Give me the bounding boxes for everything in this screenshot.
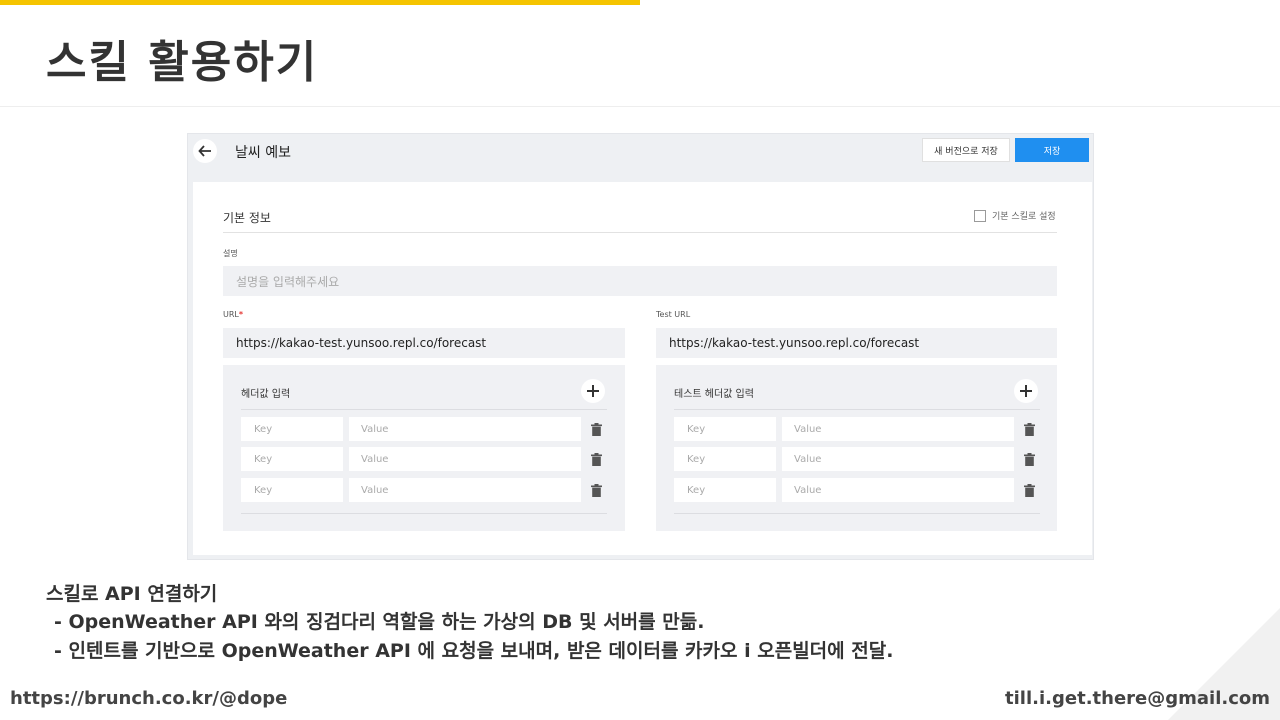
top-accent-bar	[0, 0, 640, 5]
url-input[interactable]: https://kakao-test.yunsoo.repl.co/foreca…	[223, 328, 625, 358]
test-header-key-input[interactable]: Key	[674, 478, 776, 502]
editor-header: 날씨 예보 새 버전으로 저장 저장	[188, 134, 1093, 170]
header-value-input[interactable]: Value	[349, 447, 581, 471]
header-value-input[interactable]: Value	[349, 417, 581, 441]
test-header-value-input[interactable]: Value	[782, 447, 1014, 471]
add-test-header-button[interactable]	[1014, 379, 1038, 403]
header-key-input[interactable]: Key	[241, 417, 343, 441]
notes-heading: 스킬로 API 연결하기	[46, 583, 218, 605]
section-divider	[223, 232, 1057, 233]
test-header-key-input[interactable]: Key	[674, 417, 776, 441]
delete-header-button[interactable]	[589, 478, 603, 502]
plus-icon	[587, 385, 599, 397]
header-values-box: 헤더값 입력 Key Value Key Value Key Value	[223, 365, 625, 531]
plus-icon	[1020, 385, 1032, 397]
test-header-key-input[interactable]: Key	[674, 447, 776, 471]
trash-icon	[590, 483, 602, 497]
description-input[interactable]: 설명을 입력해주세요	[223, 266, 1057, 296]
default-skill-toggle[interactable]: 기본 스킬로 설정	[974, 209, 1056, 222]
url-label-text: URL	[223, 310, 239, 319]
required-mark: *	[238, 310, 244, 319]
slide: 스킬 활용하기 날씨 예보 새 버전으로 저장 저장 기본 정보 기본 스킬로 …	[0, 0, 1280, 720]
delete-header-button[interactable]	[589, 447, 603, 471]
test-header-value-input[interactable]: Value	[782, 417, 1014, 441]
header-footer-divider	[241, 513, 607, 514]
delete-header-button[interactable]	[589, 417, 603, 441]
delete-test-header-button[interactable]	[1022, 417, 1036, 441]
add-header-button[interactable]	[581, 379, 605, 403]
test-header-divider	[674, 409, 1040, 410]
header-key-input[interactable]: Key	[241, 447, 343, 471]
test-header-value-input[interactable]: Value	[782, 478, 1014, 502]
header-values-title: 헤더값 입력	[241, 389, 291, 400]
test-header-values-title: 테스트 헤더값 입력	[674, 389, 754, 400]
header-divider	[241, 409, 607, 410]
url-label: URL*	[223, 310, 243, 319]
trash-icon	[590, 452, 602, 466]
footer-blog-link[interactable]: https://brunch.co.kr/@dope	[10, 688, 287, 709]
trash-icon	[1023, 422, 1035, 436]
skill-page-title: 날씨 예보	[235, 145, 291, 161]
basic-info-card: 기본 정보 기본 스킬로 설정 설명 설명을 입력해주세요 URL* https…	[193, 182, 1092, 555]
save-button[interactable]: 저장	[1015, 138, 1089, 162]
delete-test-header-button[interactable]	[1022, 478, 1036, 502]
default-skill-label: 기본 스킬로 설정	[992, 212, 1056, 222]
trash-icon	[590, 422, 602, 436]
trash-icon	[1023, 452, 1035, 466]
section-title: 기본 정보	[223, 211, 271, 225]
test-url-label: Test URL	[656, 310, 691, 319]
trash-icon	[1023, 483, 1035, 497]
header-value-input[interactable]: Value	[349, 478, 581, 502]
slide-notes: 스킬로 API 연결하기 - OpenWeather API 와의 징검다리 역…	[46, 580, 893, 666]
description-label: 설명	[223, 249, 238, 258]
test-header-footer-divider	[674, 513, 1040, 514]
title-divider	[0, 106, 1280, 107]
notes-line: - OpenWeather API 와의 징검다리 역할을 하는 가상의 DB …	[54, 611, 705, 633]
test-header-values-box: 테스트 헤더값 입력 Key Value Key Value Key Value	[656, 365, 1057, 531]
skill-editor-screenshot: 날씨 예보 새 버전으로 저장 저장 기본 정보 기본 스킬로 설정 설명 설명…	[187, 133, 1094, 560]
header-key-input[interactable]: Key	[241, 478, 343, 502]
default-skill-checkbox[interactable]	[974, 209, 986, 222]
slide-title: 스킬 활용하기	[46, 37, 319, 88]
footer-email[interactable]: till.i.get.there@gmail.com	[1005, 688, 1270, 709]
delete-test-header-button[interactable]	[1022, 447, 1036, 471]
test-url-input[interactable]: https://kakao-test.yunsoo.repl.co/foreca…	[656, 328, 1057, 358]
save-new-version-button[interactable]: 새 버전으로 저장	[922, 138, 1010, 162]
notes-line: - 인텐트를 기반으로 OpenWeather API 에 요청을 보내며, 받…	[54, 640, 894, 662]
arrow-left-icon	[198, 145, 211, 157]
back-button[interactable]	[193, 139, 217, 163]
